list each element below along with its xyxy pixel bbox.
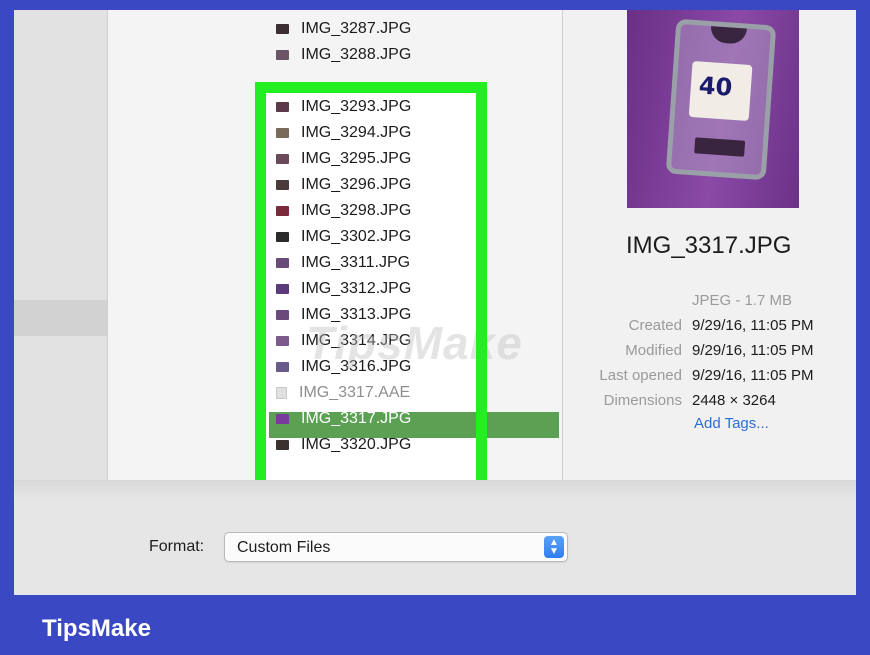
- preview-type-size: JPEG - 1.7 MB: [692, 292, 793, 309]
- document-file-icon: [276, 387, 287, 399]
- meta-label: Created: [628, 317, 682, 334]
- file-name: IMG_3317.JPG: [301, 410, 412, 427]
- image-file-icon: [276, 154, 289, 164]
- bottom-bar-shadow: [14, 481, 856, 499]
- image-file-icon: [276, 336, 289, 346]
- sidebar-selection: [14, 300, 107, 336]
- meta-value: 9/29/16, 11:05 PM: [692, 342, 814, 359]
- image-file-icon: [276, 440, 289, 450]
- image-file-icon: [276, 206, 289, 216]
- tag-hole: [709, 26, 748, 45]
- meta-value: 2448 × 3264: [692, 392, 776, 409]
- file-list-item[interactable]: IMG_3293.JPG: [276, 94, 411, 120]
- add-tags-link[interactable]: Add Tags...: [694, 415, 769, 432]
- open-file-dialog: IMG_3287.JPG IMG_3288.JPG IMG_3293.JPG IMG_…: [14, 10, 856, 595]
- meta-label: Modified: [625, 342, 682, 359]
- watermark: TipsMake: [306, 317, 523, 369]
- file-name: IMG_3298.JPG: [301, 202, 412, 219]
- image-file-icon: [276, 50, 289, 60]
- file-list-item[interactable]: IMG_3294.JPG: [276, 120, 411, 146]
- sticker-text: 40: [697, 71, 734, 102]
- sticker: 40: [688, 60, 753, 121]
- image-file-icon: [276, 258, 289, 268]
- file-name: IMG_3295.JPG: [301, 150, 412, 167]
- file-list-item[interactable]: IMG_3317.AAE: [276, 380, 410, 406]
- preview-thumbnail: 40: [627, 10, 799, 208]
- file-list-item[interactable]: IMG_3311.JPG: [276, 250, 410, 276]
- image-file-icon: [276, 232, 289, 242]
- file-name: IMG_3312.JPG: [301, 280, 412, 297]
- image-file-icon: [276, 24, 289, 34]
- meta-label: Dimensions: [603, 392, 682, 409]
- meta-value: 9/29/16, 11:05 PM: [692, 367, 814, 384]
- file-list-item[interactable]: IMG_3296.JPG: [276, 172, 411, 198]
- file-list-item[interactable]: IMG_3312.JPG: [276, 276, 411, 302]
- file-list-item[interactable]: IMG_3288.JPG: [276, 42, 411, 68]
- file-name: IMG_3294.JPG: [301, 124, 412, 141]
- image-file-icon: [276, 102, 289, 112]
- file-list-item[interactable]: IMG_3320.JPG: [276, 432, 411, 458]
- meta-label: Last opened: [599, 367, 682, 384]
- file-name: IMG_3296.JPG: [301, 176, 412, 193]
- file-list-item[interactable]: IMG_3295.JPG: [276, 146, 411, 172]
- sidebar-column[interactable]: [14, 10, 107, 480]
- file-name: IMG_3311.JPG: [301, 254, 411, 271]
- file-list-item[interactable]: IMG_3287.JPG: [276, 16, 411, 42]
- file-name: IMG_3302.JPG: [301, 228, 412, 245]
- image-frame: IMG_3287.JPG IMG_3288.JPG IMG_3293.JPG IMG_…: [0, 0, 870, 655]
- image-file-icon: [276, 362, 289, 372]
- image-file-icon: [276, 180, 289, 190]
- file-name: IMG_3287.JPG: [301, 20, 412, 37]
- format-label: Format:: [149, 538, 205, 555]
- file-list-item[interactable]: IMG_3298.JPG: [276, 198, 411, 224]
- file-list-item[interactable]: IMG_3317.JPG: [276, 406, 411, 432]
- image-file-icon: [276, 414, 289, 424]
- meta-value: 9/29/16, 11:05 PM: [692, 317, 814, 334]
- file-name: IMG_3317.AAE: [299, 384, 411, 401]
- brand-logo-text: TipsMake: [42, 615, 151, 642]
- preview-filename: IMG_3317.JPG: [626, 232, 792, 259]
- image-file-icon: [276, 128, 289, 138]
- chevron-up-down-icon[interactable]: ▲ ▼: [544, 536, 564, 558]
- opener-slot: [694, 137, 746, 157]
- image-file-icon: [276, 310, 289, 320]
- format-value: Custom Files: [237, 539, 331, 556]
- file-name: IMG_3320.JPG: [301, 436, 412, 453]
- file-list-item[interactable]: IMG_3302.JPG: [276, 224, 411, 250]
- format-select[interactable]: Custom Files ▲ ▼: [224, 532, 568, 562]
- file-name: IMG_3293.JPG: [301, 98, 412, 115]
- bottle-opener-image: 40: [665, 18, 777, 181]
- image-file-icon: [276, 284, 289, 294]
- bottom-bar: Format: Custom Files ▲ ▼: [14, 480, 856, 595]
- file-name: IMG_3288.JPG: [301, 46, 412, 63]
